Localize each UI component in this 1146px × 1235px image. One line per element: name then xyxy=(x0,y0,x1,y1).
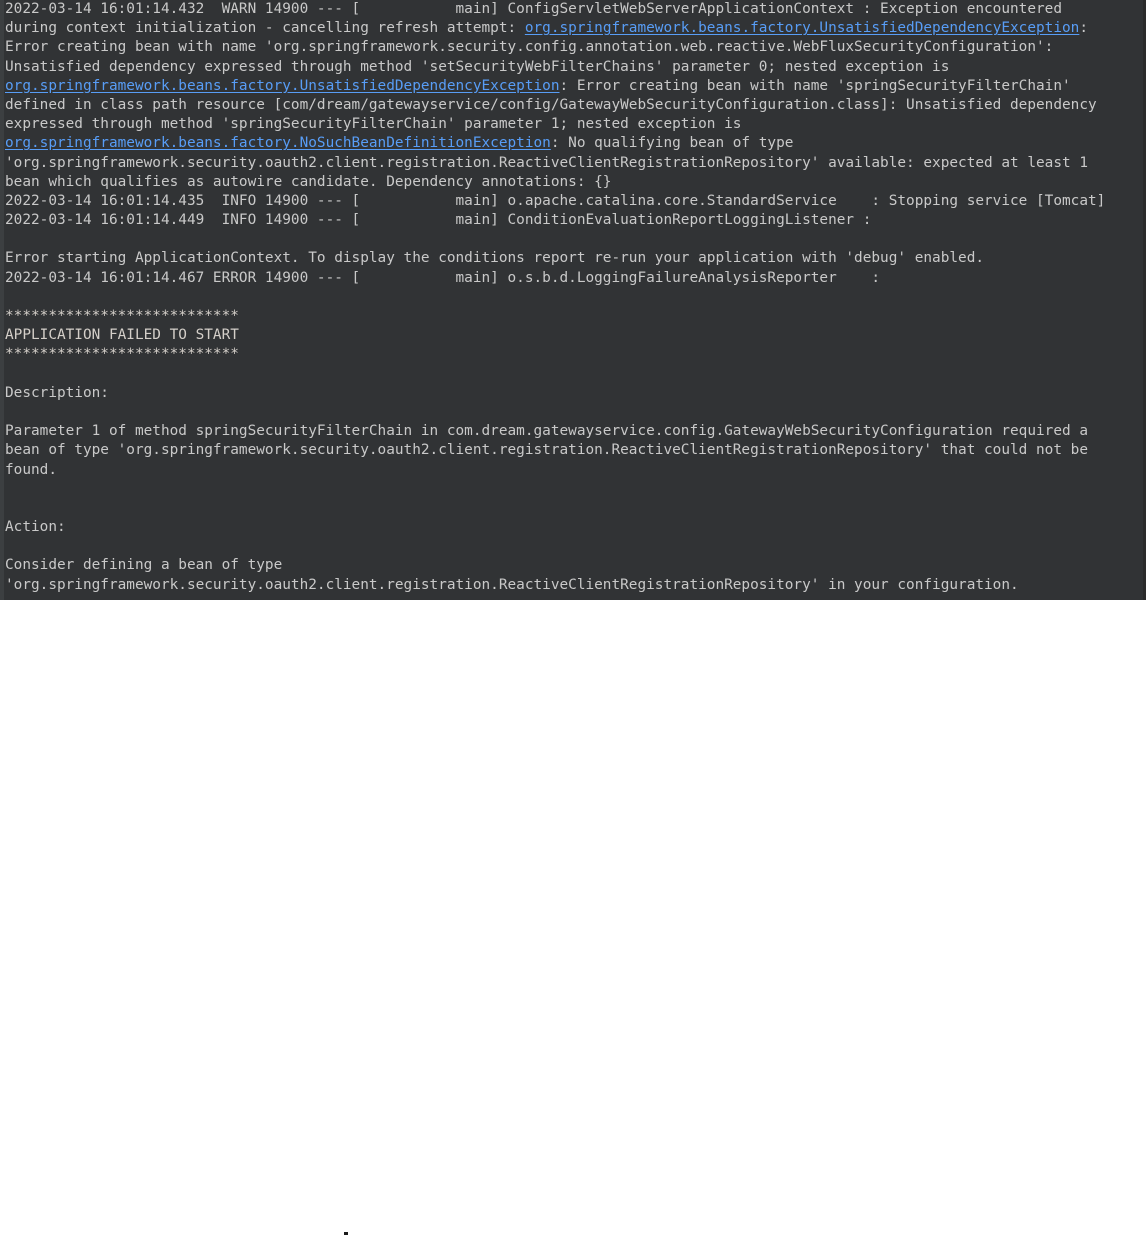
log-text: : xyxy=(1079,20,1089,37)
log-text: Error starting ApplicationContext. To di… xyxy=(5,250,985,267)
console-window: 2022-03-14 16:01:14.432 WARN 14900 --- [… xyxy=(0,0,1146,600)
console-line: APPLICATION FAILED TO START xyxy=(5,326,1143,345)
log-text: : No qualifying bean of type xyxy=(550,135,794,152)
console-line: *************************** xyxy=(5,345,1143,364)
console-line: 'org.springframework.security.oauth2.cli… xyxy=(5,154,1143,173)
console-left-gutter xyxy=(0,0,4,600)
console-line: Action: xyxy=(5,518,1143,537)
console-line: 'org.springframework.security.oauth2.cli… xyxy=(5,576,1143,595)
log-text: expressed through method 'springSecurity… xyxy=(5,116,742,133)
bottom-blank-panel xyxy=(0,600,1146,1235)
log-text: found. xyxy=(5,461,57,478)
console-line: 2022-03-14 16:01:14.467 ERROR 14900 --- … xyxy=(5,269,1143,288)
log-text: defined in class path resource [com/drea… xyxy=(5,96,1097,113)
console-line: found. xyxy=(5,461,1143,480)
console-line: 2022-03-14 16:01:14.435 INFO 14900 --- [… xyxy=(5,192,1143,211)
console-line: Error creating bean with name 'org.sprin… xyxy=(5,38,1143,57)
exception-link[interactable]: org.springframework.beans.factory.Unsati… xyxy=(5,78,560,94)
exception-link[interactable]: org.springframework.beans.factory.NoSuch… xyxy=(5,135,551,151)
log-text: : Error creating bean with name 'springS… xyxy=(559,77,1071,94)
log-text: bean which qualifies as autowire candida… xyxy=(5,173,612,190)
console-line: defined in class path resource [com/drea… xyxy=(5,96,1143,115)
console-line: expressed through method 'springSecurity… xyxy=(5,115,1143,134)
console-line: 2022-03-14 16:01:14.432 WARN 14900 --- [… xyxy=(5,0,1143,19)
console-line: bean of type 'org.springframework.securi… xyxy=(5,441,1143,460)
exception-link[interactable]: org.springframework.beans.factory.Unsati… xyxy=(525,20,1080,36)
log-text: 2022-03-14 16:01:14.432 WARN 14900 --- [… xyxy=(5,1,1062,17)
log-text: Action: xyxy=(5,519,66,536)
log-text: 'org.springframework.security.oauth2.cli… xyxy=(5,154,1088,171)
log-text: during context initialization - cancelli… xyxy=(5,20,525,37)
console-line: Parameter 1 of method springSecurityFilt… xyxy=(5,422,1143,441)
log-text: Unsatisfied dependency expressed through… xyxy=(5,58,950,75)
console-line: 2022-03-14 16:01:14.449 INFO 14900 --- [… xyxy=(5,211,1143,230)
log-text: 'org.springframework.security.oauth2.cli… xyxy=(5,576,1019,593)
console-line: org.springframework.beans.factory.NoSuch… xyxy=(5,134,1143,153)
console-line: bean which qualifies as autowire candida… xyxy=(5,173,1143,192)
console-output-text[interactable]: 2022-03-14 16:01:14.432 WARN 14900 --- [… xyxy=(5,0,1143,600)
log-text: 2022-03-14 16:01:14.435 INFO 14900 --- [… xyxy=(5,192,1106,209)
log-text: bean of type 'org.springframework.securi… xyxy=(5,442,1088,459)
console-line: Error starting ApplicationContext. To di… xyxy=(5,249,1143,268)
console-line: Consider defining a bean of type xyxy=(5,556,1143,575)
failure-banner-text: APPLICATION FAILED TO START xyxy=(5,327,239,344)
log-text: 2022-03-14 16:01:14.449 INFO 14900 --- [… xyxy=(5,212,872,229)
log-text: Error creating bean with name 'org.sprin… xyxy=(5,39,1054,56)
log-text: Consider defining a bean of type xyxy=(5,557,283,574)
failure-banner-text: *************************** xyxy=(5,308,239,324)
console-line: Description: xyxy=(5,384,1143,403)
console-line: Unsatisfied dependency expressed through… xyxy=(5,58,1143,77)
log-text: Description: xyxy=(5,384,109,401)
log-text: 2022-03-14 16:01:14.467 ERROR 14900 --- … xyxy=(5,269,881,286)
log-text: Parameter 1 of method springSecurityFilt… xyxy=(5,423,1088,440)
console-line: *************************** xyxy=(5,307,1143,326)
console-line: org.springframework.beans.factory.Unsati… xyxy=(5,77,1143,96)
failure-banner-text: *************************** xyxy=(5,346,239,363)
console-line: during context initialization - cancelli… xyxy=(5,19,1143,38)
